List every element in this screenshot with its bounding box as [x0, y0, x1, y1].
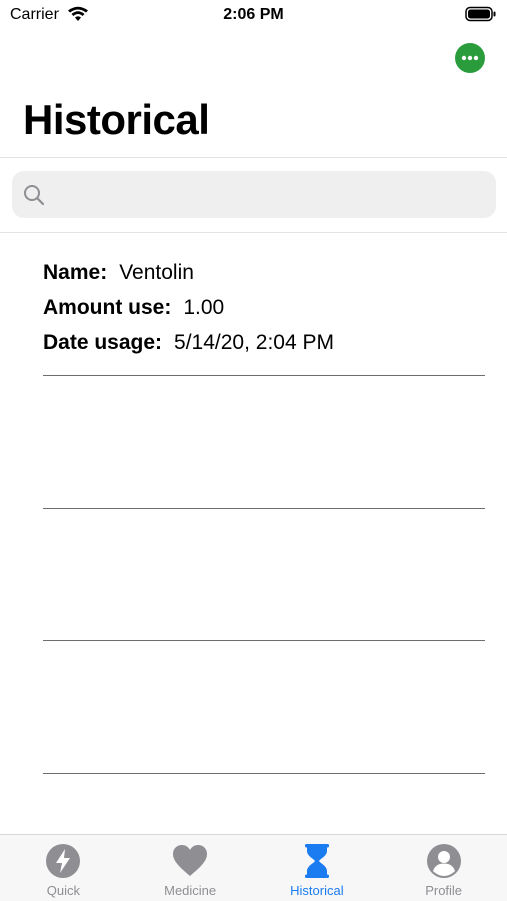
page-title: Historical — [23, 96, 210, 143]
tab-historical[interactable]: Historical — [254, 835, 381, 901]
name-label: Name: — [43, 261, 108, 284]
clock: 2:06 PM — [223, 6, 284, 23]
status-bar: Carrier 2:06 PM — [0, 0, 507, 30]
date-label: Date usage: — [43, 331, 163, 354]
record-amount-line: Amount use: 1.00 — [43, 290, 485, 325]
tab-medicine[interactable]: Medicine — [127, 835, 254, 901]
header-divider — [0, 157, 507, 158]
tab-label: Quick — [46, 883, 80, 898]
amount-label: Amount use: — [43, 296, 172, 319]
record-name-line: Name: Ventolin — [43, 255, 485, 290]
tab-profile[interactable]: Profile — [380, 835, 507, 901]
record-date-line: Date usage: 5/14/20, 2:04 PM — [43, 325, 485, 360]
bolt-circle-icon — [44, 842, 82, 880]
date-value: 5/14/20, 2:04 PM — [174, 331, 334, 354]
row-divider — [43, 640, 485, 641]
search-icon — [24, 184, 45, 205]
tab-label: Medicine — [164, 883, 217, 898]
heart-icon — [171, 842, 209, 880]
hourglass-icon — [298, 842, 336, 880]
row-divider — [43, 773, 485, 774]
person-circle-icon — [425, 842, 463, 880]
search-divider — [0, 232, 507, 233]
row-divider — [43, 375, 485, 376]
row-divider — [43, 508, 485, 509]
battery-icon — [465, 6, 496, 22]
tab-quick[interactable]: Quick — [0, 835, 127, 901]
search-input[interactable] — [54, 173, 486, 216]
amount-value: 1.00 — [183, 296, 225, 319]
tab-bar: Quick Medicine Historical Profile — [0, 834, 507, 901]
more-button[interactable] — [455, 43, 485, 73]
tab-label: Historical — [290, 883, 344, 898]
search-bar[interactable] — [12, 171, 496, 218]
tab-label: Profile — [425, 883, 463, 898]
list-item[interactable]: Name: Ventolin Amount use: 1.00 Date usage… — [43, 255, 485, 360]
ellipsis-icon — [461, 55, 479, 61]
name-value: Ventolin — [119, 261, 194, 284]
